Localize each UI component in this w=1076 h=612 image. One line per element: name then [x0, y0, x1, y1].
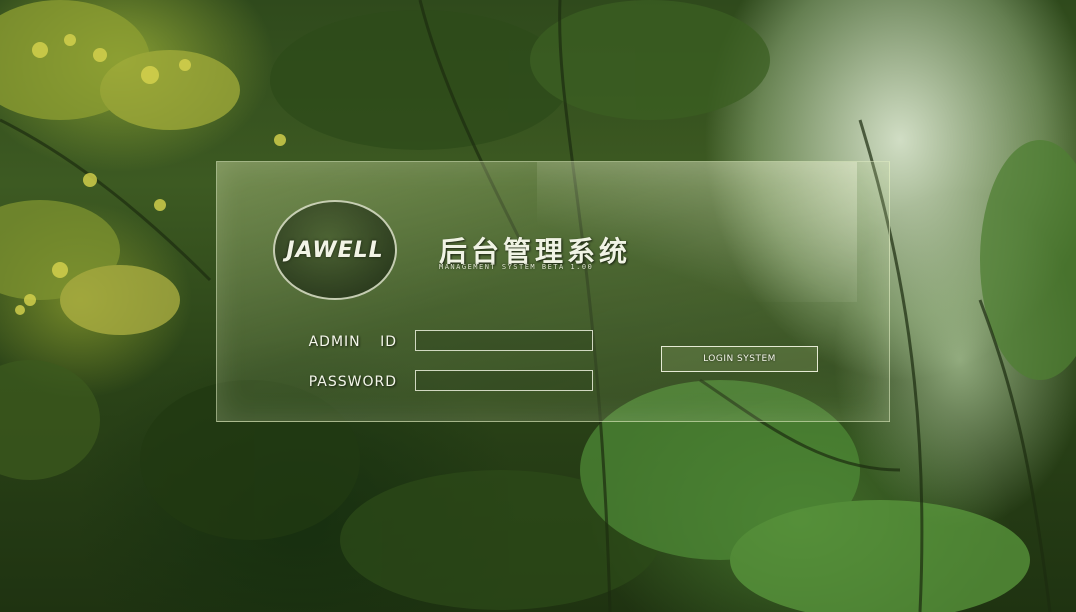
admin-id-input[interactable]: [415, 330, 593, 351]
admin-id-label: ADMIN ID: [308, 334, 397, 350]
system-subtitle: MANAGEMENT SYSTEM BETA 1.00: [439, 263, 594, 271]
password-label: PASSWORD: [308, 374, 397, 390]
password-input[interactable]: [415, 370, 593, 391]
login-panel: JAWELL 后台管理系统 MANAGEMENT SYSTEM BETA 1.0…: [216, 161, 890, 422]
brand-logo: JAWELL: [273, 200, 397, 300]
login-button[interactable]: LOGIN SYSTEM: [661, 346, 818, 372]
brand-logo-text: JAWELL: [286, 237, 384, 263]
